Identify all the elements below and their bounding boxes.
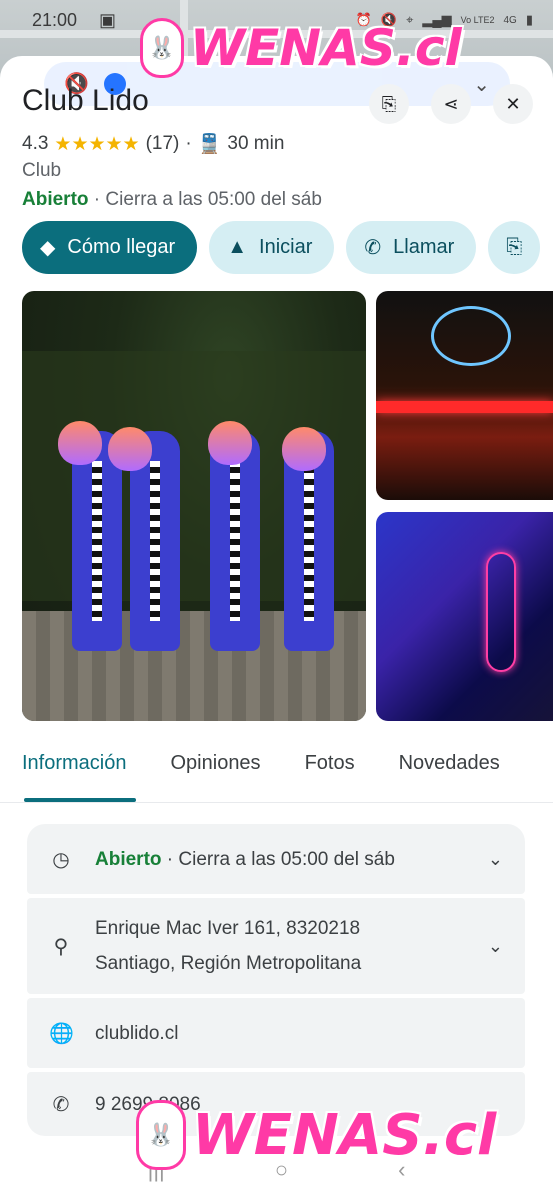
lte-label: Vo LTE2 <box>460 15 495 25</box>
place-category: Club <box>22 160 62 181</box>
place-sheet: 🔇 ⌄ Club Lido ⎘ ⋖ ✕ 4.3 ★★★★★ (17) · 🚆 3… <box>0 56 553 1200</box>
tab-bar: Información Opiniones Fotos Novedades <box>22 752 500 775</box>
lido-sign <box>431 306 511 366</box>
bunny-logo-icon: 🐰 <box>140 18 184 78</box>
close-icon: ✕ <box>505 93 521 114</box>
location-pin-icon: ⚲ <box>53 935 69 958</box>
close-button[interactable]: ✕ <box>493 84 533 124</box>
rating-value: 4.3 <box>22 133 49 154</box>
network-label: 4G <box>503 14 517 26</box>
directions-label: Cómo llegar <box>67 236 176 258</box>
separator-dot: · <box>185 133 192 154</box>
main-photo[interactable] <box>22 291 366 721</box>
globe-icon: 🌐 <box>49 1022 74 1045</box>
transit-icon: 🚆 <box>197 134 222 155</box>
navigation-arrow-icon: ▲ <box>227 236 248 258</box>
battery-icon: ▮ <box>525 12 533 27</box>
hours-summary[interactable]: Abierto · Cierra a las 05:00 del sáb <box>22 189 322 211</box>
watermark-bottom: 🐰 WENAS.cl <box>136 1100 496 1170</box>
hours-row[interactable]: ◷ Abierto · Cierra a las 05:00 del sáb ⌄ <box>27 824 525 894</box>
tab-updates[interactable]: Novedades <box>399 752 500 775</box>
divider <box>0 802 553 803</box>
neon-figure <box>486 552 516 672</box>
header-actions: ⎘ ⋖ ✕ <box>369 84 533 124</box>
bookmark-icon: ⎘ <box>506 236 523 258</box>
bookmark-icon: ⎘ <box>381 93 397 114</box>
transit-time: 30 min <box>227 133 285 154</box>
directions-button[interactable]: ◆ Cómo llegar <box>22 221 198 274</box>
side-photo-interior[interactable] <box>376 512 553 721</box>
save-chip[interactable]: ⎘ <box>488 221 541 274</box>
bunny-logo-icon: 🐰 <box>136 1100 186 1170</box>
phone-icon: ✆ <box>52 1093 70 1116</box>
save-button[interactable]: ⎘ <box>369 84 409 124</box>
clock-icon: ◷ <box>52 848 70 871</box>
status-time: 21:00 <box>32 9 78 30</box>
chevron-down-icon[interactable]: ⌄ <box>488 936 503 957</box>
address-row[interactable]: ⚲ Enrique Mac Iver 161, 8320218 Santiago… <box>27 898 525 994</box>
tab-reviews[interactable]: Opiniones <box>171 752 261 775</box>
face-cover-icon <box>58 421 102 465</box>
share-button[interactable]: ⋖ <box>431 84 471 124</box>
rating-stars: ★★★★★ <box>54 133 140 155</box>
tab-photos[interactable]: Fotos <box>305 752 355 775</box>
call-label: Llamar <box>393 236 455 258</box>
face-cover-icon <box>108 427 152 471</box>
start-button[interactable]: ▲ Iniciar <box>209 221 335 274</box>
action-chips: ◆ Cómo llegar ▲ Iniciar ✆ Llamar ⎘ <box>22 221 541 274</box>
open-status: Abierto <box>22 189 89 210</box>
share-icon: ⋖ <box>443 93 459 114</box>
separator-dot: · <box>93 189 106 210</box>
watermark-text: WENAS.cl <box>190 19 462 77</box>
face-cover-icon <box>208 421 252 465</box>
place-title: Club Lido <box>22 84 149 117</box>
watermark-text: WENAS.cl <box>192 1102 497 1168</box>
chevron-down-icon[interactable]: ⌄ <box>488 849 503 870</box>
call-button[interactable]: ✆ Llamar <box>346 221 477 274</box>
address-line2: Santiago, Región Metropolitana <box>95 953 362 974</box>
address-line1: Enrique Mac Iver 161, 8320218 <box>95 918 361 939</box>
website-link[interactable]: clublido.cl <box>95 1016 178 1051</box>
watermark-top: 🐰 WENAS.cl <box>140 18 462 78</box>
tab-info[interactable]: Información <box>22 752 127 775</box>
rating-row[interactable]: 4.3 ★★★★★ (17) · 🚆 30 min <box>22 132 284 156</box>
directions-icon: ◆ <box>40 237 56 259</box>
review-count[interactable]: (17) <box>146 133 180 155</box>
bus-icon: ▣ <box>99 9 117 30</box>
website-row[interactable]: 🌐 clublido.cl <box>27 998 525 1068</box>
side-photo-entrance[interactable] <box>376 291 553 500</box>
phone-icon: ✆ <box>364 237 382 259</box>
face-cover-icon <box>282 427 326 471</box>
hours-text: Cierra a las 05:00 del sáb <box>178 848 395 870</box>
start-label: Iniciar <box>259 236 313 258</box>
closing-time: Cierra a las 05:00 del sáb <box>105 189 322 210</box>
hours-status: Abierto <box>95 848 162 870</box>
